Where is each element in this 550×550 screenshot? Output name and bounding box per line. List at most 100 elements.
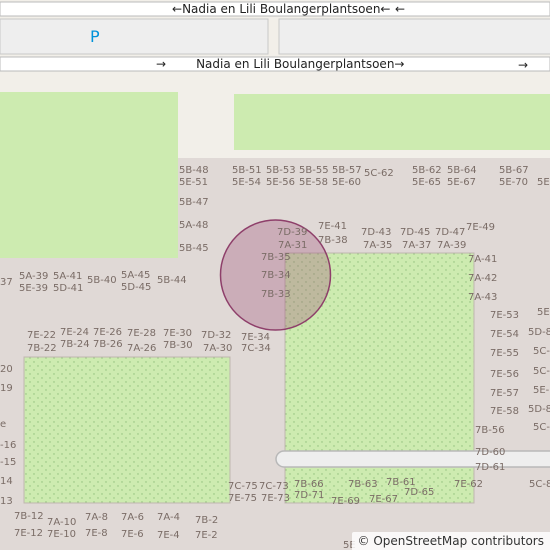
house-number-label: 7A-31 [278,240,308,251]
house-number-label: 7B-30 [163,340,193,351]
house-number-label: 7B-33 [261,289,291,300]
house-number-label: 5E-65 [412,177,442,188]
house-number-label: 7B-22 [27,343,57,354]
house-number-label: 7A-39 [437,240,467,251]
house-number-label: 7D-61 [475,462,506,473]
house-number-label: 5E-70 [499,177,529,188]
house-number-label: 7D-43 [361,227,392,238]
street-label-top: ←Nadia en Lili Boulangerplantsoen← [172,2,391,16]
house-number-label: 7E-10 [47,529,77,540]
house-number-label: 7E-55 [490,348,520,359]
house-number-label: 7E-24 [60,327,90,338]
house-number-label: 5C- [533,346,550,357]
house-number-label: -16 [0,440,17,451]
house-number-label: 5C-8 [533,366,550,377]
arrow-right-icon: → [156,57,167,71]
house-number-label: 7E-58 [490,406,520,417]
attribution[interactable]: © OpenStreetMap contributors [351,532,550,550]
house-number-label: 7A-10 [47,517,77,528]
house-number-label: 7B-26 [93,339,123,350]
arrow-left-icon: ← [172,2,183,16]
house-number-label: 7B-34 [261,270,291,281]
house-number-label: 5E-58 [299,177,329,188]
house-number-label: 5B-47 [179,197,209,208]
house-number-label: 20 [0,364,13,375]
house-number-label: 7E-53 [490,310,520,321]
house-number-label: 7E-62 [454,479,484,490]
house-number-label: 7D-47 [435,227,466,238]
house-number-label: 5B-51 [232,165,262,176]
house-number-label: 5D-8 [528,404,550,415]
house-number-label: 5B-45 [179,243,209,254]
house-number-label: 7D-39 [277,227,308,238]
house-number-label: 7A-30 [203,343,233,354]
house-number-label: 7E-73 [261,493,291,504]
house-number-label: 7C-75 [228,481,258,492]
house-number-label: 7E-75 [228,493,258,504]
house-number-label: 7A-4 [157,512,180,523]
grass-area [23,356,231,504]
house-number-label: 7E-30 [163,328,193,339]
house-number-label: 5E-56 [266,177,296,188]
house-number-label: 5E- [537,177,550,188]
house-number-label: 5C-8 [529,479,550,490]
house-number-label: 7D-60 [475,447,506,458]
house-number-label: 7E-28 [127,328,157,339]
house-number-label: 7D-32 [201,330,232,341]
house-number-label: 7A-42 [468,273,498,284]
map-view[interactable]: P ←Nadia en Lili Boulangerplantsoen← → Na… [0,0,550,550]
house-number-label: 7E-67 [369,494,399,505]
street-label-middle: → Nadia en Lili Boulangerplantsoen→ [156,57,405,71]
house-number-label: 7B-24 [60,339,90,350]
house-number-label: 13 [0,496,13,507]
house-number-label: 7E-4 [157,530,180,541]
house-number-label: 5B-53 [266,165,296,176]
house-number-label: 7A-37 [402,240,432,251]
house-number-label: 5B-48 [179,165,209,176]
parking-area [278,18,550,55]
house-number-label: 7A-35 [363,240,393,251]
house-number-label: 5B-40 [87,275,117,286]
house-number-label: 5A-39 [19,271,49,282]
house-number-label: 7B-38 [318,235,348,246]
arrow-right-icon: → [394,57,405,71]
house-number-label: 7B-35 [261,252,291,263]
grass-area [0,92,178,258]
house-number-label: 7E-69 [331,496,361,507]
house-number-label: 7E-41 [318,221,348,232]
house-number-label: 7E-26 [93,327,123,338]
house-number-label: 5B-44 [157,275,187,286]
house-number-label: 5E-60 [332,177,362,188]
house-number-label: 7B-56 [475,425,505,436]
house-number-label: 5A-45 [121,270,151,281]
house-number-label: 7B-2 [195,515,219,526]
house-number-label: 5C- [533,422,550,433]
house-number-label: 5D-8 [528,327,550,338]
grass-area [234,94,550,150]
house-number-label: 7B-66 [294,479,324,490]
house-number-label: 7E-8 [85,528,108,539]
house-number-label: 5E-51 [179,177,209,188]
house-number-label: 5B-64 [447,165,477,176]
house-number-label: 5E-67 [447,177,477,188]
house-number-label: 5B-62 [412,165,442,176]
parking-icon: P [90,27,100,46]
house-number-label: 7D-71 [294,490,325,501]
house-number-label: 7B-12 [14,511,44,522]
house-number-label: 7E-12 [14,528,44,539]
house-number-label: 5B-67 [499,165,529,176]
house-number-label: 7A-6 [121,512,144,523]
arrow-left-icon: ← [380,2,391,16]
house-number-label: 7B-63 [348,479,378,490]
house-number-label: 5D-45 [121,282,152,293]
house-number-label: 7A-41 [468,254,498,265]
house-number-label: -15 [0,457,17,468]
house-number-label: 7E-2 [195,530,218,541]
house-number-label: 5E-79 [537,307,550,318]
arrow-left-icon: ← [395,2,406,16]
house-number-label: 19 [0,383,13,394]
house-number-label: 14 [0,476,13,487]
house-number-label: 5D-41 [53,283,84,294]
house-number-label: 5A-41 [53,271,83,282]
house-number-label: 7E-54 [490,329,520,340]
